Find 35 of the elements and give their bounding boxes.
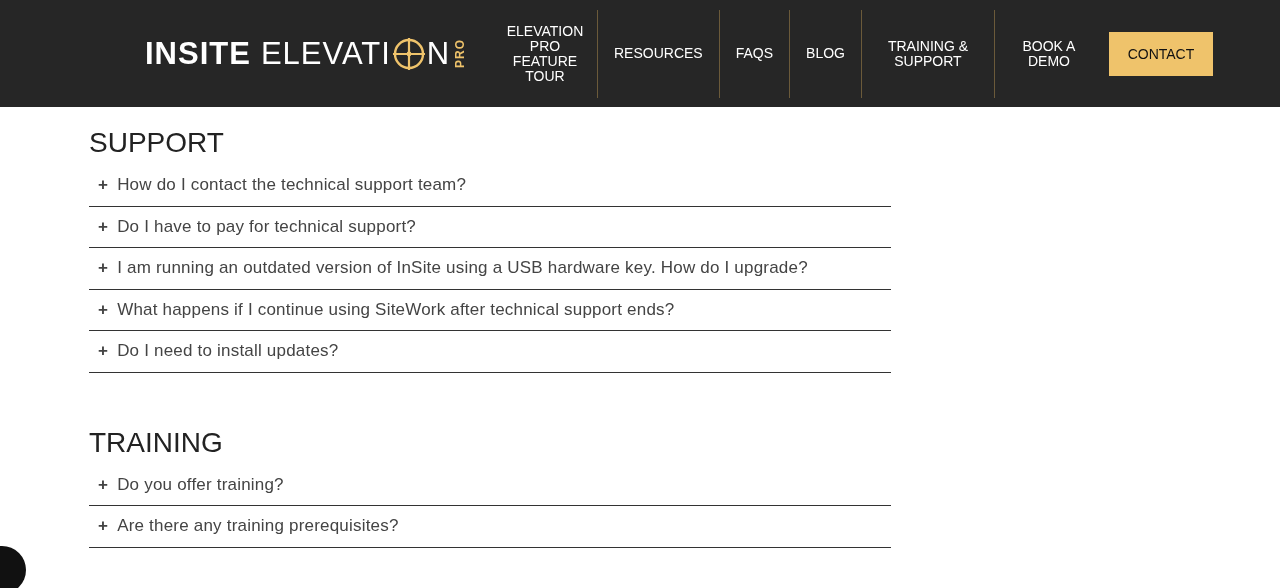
faq-item[interactable]: + Are there any training prerequisites? (89, 506, 891, 548)
nav-link[interactable]: ELEVATION PRO FEATURE TOUR (493, 9, 598, 98)
logo-suffix-text: PRO (453, 39, 468, 68)
expand-icon[interactable]: + (98, 341, 109, 362)
logo-text[interactable]: INSITE (145, 35, 251, 72)
faq-item[interactable]: + How do I contact the technical support team? (89, 165, 891, 207)
expand-icon[interactable]: + (98, 299, 109, 320)
faq-item[interactable]: + Do you offer training? (89, 464, 891, 506)
faq-question[interactable]: I am running an outdated version of InSite using a USB hardware key. How do I upgrade? (117, 258, 808, 279)
faq-question[interactable]: Are there any training prerequisites? (117, 516, 399, 537)
nav-link[interactable]: TRAINING & SUPPORT (861, 9, 995, 98)
expand-icon[interactable]: + (98, 175, 109, 196)
section-heading: TRAINING (89, 426, 224, 459)
logo-text[interactable]: N (426, 35, 451, 72)
expand-icon[interactable]: + (98, 516, 109, 537)
faq-question[interactable]: Do I need to install updates? (117, 341, 339, 362)
expand-icon[interactable]: + (98, 474, 109, 495)
faq-question[interactable]: What happens if I continue using SiteWork after technical support ends? (117, 299, 675, 320)
nav-link[interactable]: RESOURCES (598, 9, 720, 98)
faq-question[interactable]: How do I contact the technical support team? (117, 175, 467, 196)
section-heading: SUPPORT (89, 127, 225, 159)
nav-link[interactable]: BOOK A DEMO (994, 9, 1103, 98)
crosshair-icon (391, 36, 426, 71)
faq-item[interactable]: + What happens if I continue using SiteWork after technical support ends? (89, 289, 891, 331)
logo-text[interactable]: ELEVATI (260, 35, 391, 72)
expand-icon[interactable]: + (98, 258, 109, 279)
faq-item[interactable]: + I am running an outdated version of InSite using a USB hardware key. How do I upgrade? (89, 248, 891, 290)
expand-icon[interactable]: + (98, 216, 109, 237)
faq-question[interactable]: Do I have to pay for technical support? (117, 216, 416, 237)
nav-link[interactable]: BLOG (790, 9, 862, 98)
faq-item[interactable]: + Do I have to pay for technical support? (89, 206, 891, 248)
nav-link[interactable]: FAQS (719, 9, 791, 98)
contact-button[interactable]: CONTACT (1108, 31, 1213, 76)
faq-item[interactable]: + Do I need to install updates? (89, 331, 891, 373)
faq-question[interactable]: Do you offer training? (117, 474, 284, 495)
